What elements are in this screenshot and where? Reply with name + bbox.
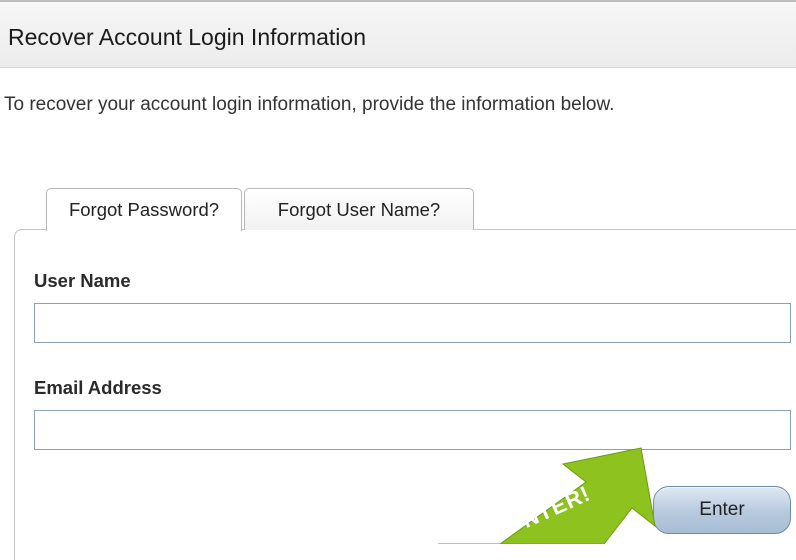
user-name-field[interactable] [34,303,791,343]
tab-forgot-user-name[interactable]: Forgot User Name? [244,188,474,230]
user-name-label: User Name [34,270,131,291]
page-title: Recover Account Login Information [8,24,366,50]
email-address-label: Email Address [34,377,162,398]
tab-forgot-password[interactable]: Forgot Password? [46,188,242,231]
email-address-field[interactable] [34,410,791,450]
page-header: Recover Account Login Information [0,0,796,68]
intro-text: To recover your account login informatio… [4,94,615,115]
enter-button[interactable]: Enter [653,486,791,534]
